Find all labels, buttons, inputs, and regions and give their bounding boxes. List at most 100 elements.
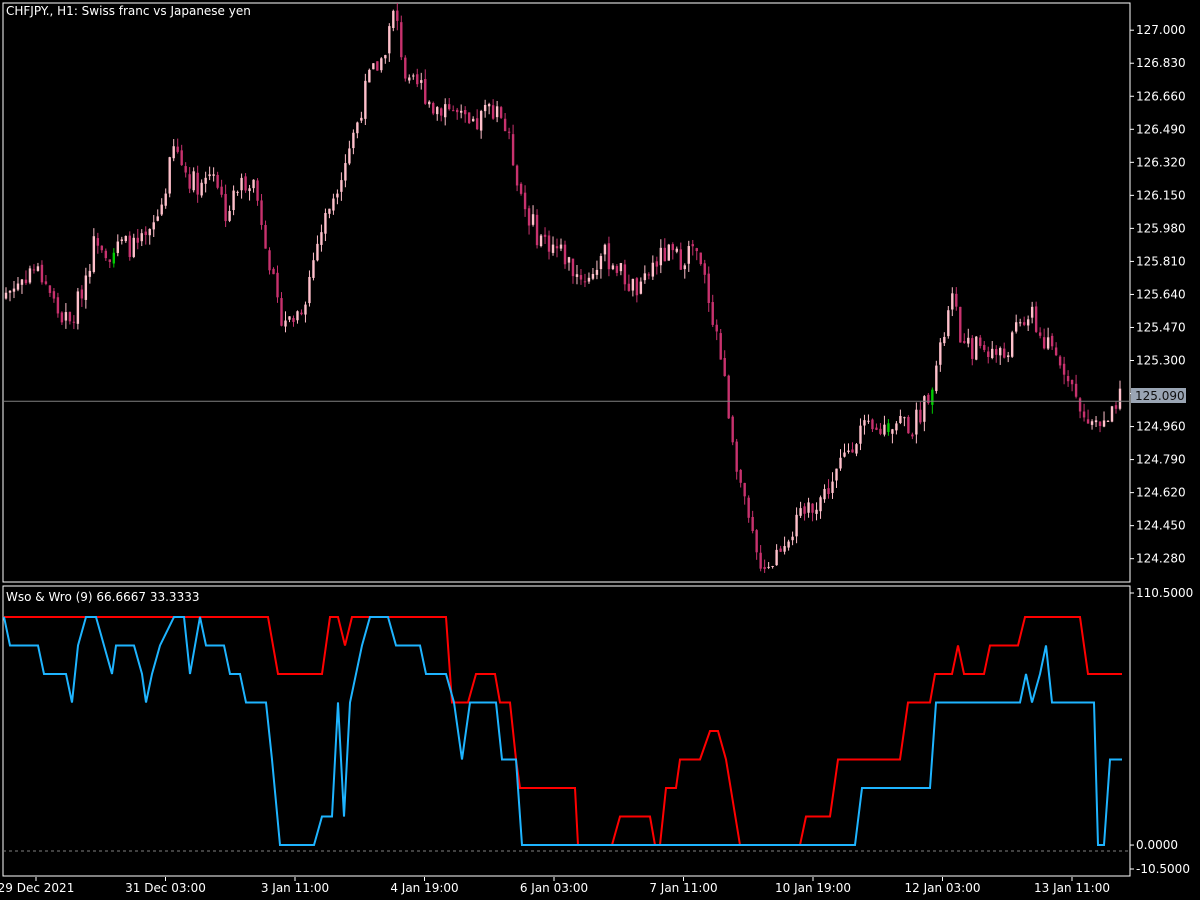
candle-body: [991, 348, 994, 358]
candle-body: [216, 174, 219, 188]
candle-body: [128, 235, 131, 258]
candle-body: [527, 208, 531, 226]
candle-body: [555, 246, 559, 249]
candle-body: [663, 247, 667, 262]
candle-body: [220, 186, 223, 195]
candle-body: [731, 416, 734, 443]
candle-body: [1042, 337, 1046, 349]
price-tick-label: 124.790: [1136, 453, 1186, 467]
candle-body: [396, 10, 399, 21]
price-tick-label: 125.810: [1136, 254, 1186, 268]
indicator-title: Wso & Wro (9) 66.6667 33.3333: [6, 590, 199, 604]
candle-body: [963, 341, 966, 343]
candle-body: [308, 276, 311, 304]
candle-body: [735, 441, 738, 472]
candle-body: [479, 111, 483, 131]
candle-body: [1058, 356, 1062, 366]
candle-body: [771, 565, 774, 567]
candle-body: [64, 312, 68, 321]
candle-body: [1066, 376, 1070, 382]
candle-body: [72, 321, 76, 323]
candle-body: [76, 291, 80, 324]
candle-body: [635, 278, 639, 296]
candle-body: [232, 190, 235, 211]
chart-window[interactable]: CHFJPY., H1: Swiss franc vs Japanese yen…: [0, 0, 1200, 900]
candle-body: [328, 208, 331, 214]
candle-body: [959, 306, 962, 343]
candle-body: [124, 236, 127, 242]
candle-body: [483, 104, 487, 112]
candle-body: [1070, 379, 1074, 385]
candle-body: [356, 122, 359, 134]
candle-body: [863, 420, 866, 426]
candle-body: [84, 275, 88, 300]
candle-body: [104, 250, 108, 259]
candle-body: [603, 244, 607, 255]
candle-body: [1082, 411, 1086, 418]
candle-body: [200, 182, 203, 196]
indicator-tick-label: 110.5000: [1136, 586, 1193, 600]
candle-body: [100, 245, 104, 251]
candle-body: [967, 337, 970, 344]
candle-body: [372, 63, 375, 70]
candle-body: [811, 503, 814, 513]
candle-body: [775, 549, 778, 566]
candle-body: [875, 427, 878, 430]
candle-body: [947, 310, 950, 337]
candle-body: [440, 108, 443, 116]
candle-body: [296, 311, 299, 321]
candle-body: [208, 174, 211, 177]
candle-body: [675, 248, 678, 252]
time-tick-label: 10 Jan 19:00: [775, 881, 851, 895]
candle-body: [1114, 405, 1118, 409]
candle-body: [428, 101, 431, 105]
candle-body: [288, 316, 291, 320]
candle-body: [551, 244, 555, 253]
candle-body: [188, 174, 191, 189]
candle-body: [643, 273, 647, 281]
candle-body: [587, 277, 591, 282]
candle-body: [879, 428, 882, 434]
candle-body: [132, 237, 135, 257]
candle-body: [160, 204, 163, 215]
candle-body: [915, 409, 918, 435]
candle-body: [52, 291, 56, 299]
candle-body: [607, 243, 611, 270]
price-tick-label: 126.660: [1136, 89, 1186, 103]
candle-body: [779, 548, 782, 552]
candle-body: [787, 541, 790, 548]
time-tick-label: 6 Jan 03:00: [520, 881, 588, 895]
candle-body: [523, 192, 527, 210]
candle-body: [639, 281, 643, 294]
candle-body: [176, 146, 179, 152]
candle-body: [859, 425, 862, 444]
candle-body: [939, 342, 942, 365]
candle-body: [1046, 337, 1050, 349]
candle-body: [563, 244, 567, 265]
candle-body: [935, 365, 938, 392]
candle-body: [240, 177, 243, 191]
candle-body: [1014, 322, 1018, 332]
candle-body: [316, 243, 319, 261]
chart-background: [0, 0, 1200, 900]
candle-body: [695, 248, 698, 252]
candle-body: [747, 497, 750, 518]
candle-body: [284, 320, 287, 327]
candle-body: [120, 239, 123, 241]
candle-body: [424, 78, 427, 104]
candle-body: [376, 61, 379, 71]
candle-body: [1034, 306, 1038, 332]
candle-body: [979, 337, 982, 346]
candle-body: [340, 180, 343, 192]
current-price-label: 125.090: [1131, 388, 1186, 403]
candle-body: [168, 157, 171, 194]
candle-body: [691, 244, 694, 247]
candle-body: [547, 235, 551, 252]
candle-body: [172, 146, 175, 159]
candle-body: [707, 273, 710, 303]
candle-body: [931, 389, 934, 405]
candle-body: [392, 10, 395, 28]
candle-body: [1030, 306, 1034, 318]
candle-body: [887, 423, 890, 432]
candle-body: [280, 298, 283, 326]
